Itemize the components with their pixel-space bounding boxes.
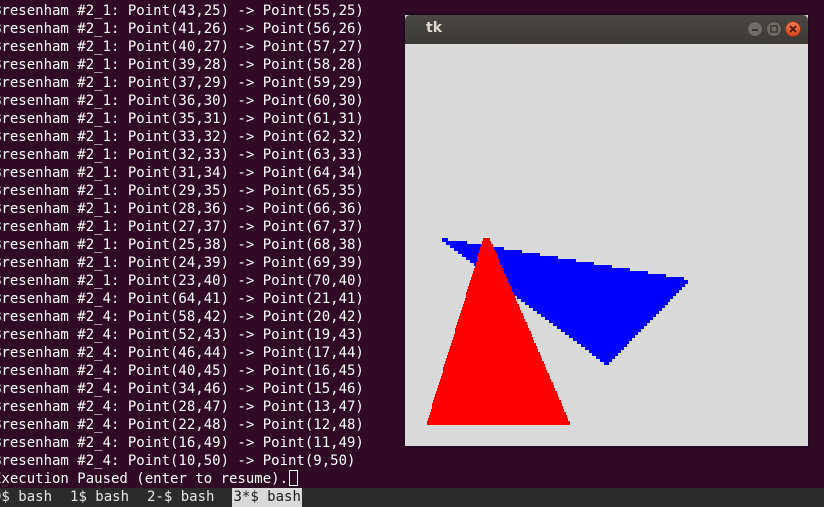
- terminal-line: Bresenham #2_1: Point(24,39) -> Point(69…: [0, 255, 364, 271]
- terminal-line: Bresenham #2_1: Point(31,34) -> Point(64…: [0, 165, 364, 181]
- terminal-line: Bresenham #2_4: Point(28,47) -> Point(13…: [0, 399, 364, 415]
- pixel-run: [427, 421, 570, 425]
- terminal-line: Bresenham #2_4: Point(40,45) -> Point(16…: [0, 363, 364, 379]
- terminal-line: Bresenham #2_4: Point(58,42) -> Point(20…: [0, 309, 364, 325]
- terminal-line: Bresenham #2_1: Point(23,40) -> Point(70…: [0, 273, 364, 289]
- tmux-window-1[interactable]: 1$ bash: [70, 488, 129, 507]
- terminal-line: Bresenham #2_4: Point(34,46) -> Point(15…: [0, 381, 364, 397]
- terminal-line: Bresenham #2_1: Point(28,36) -> Point(66…: [0, 201, 364, 217]
- terminal-line: Bresenham #2_4: Point(64,41) -> Point(21…: [0, 291, 364, 307]
- close-button[interactable]: [785, 21, 801, 37]
- terminal-output: Bresenham #2_1: Point(43,25) -> Point(55…: [0, 2, 364, 488]
- maximize-icon: [770, 25, 778, 33]
- terminal-line: Bresenham #2_4: Point(22,48) -> Point(12…: [0, 417, 364, 433]
- terminal-line: Bresenham #2_1: Point(27,37) -> Point(67…: [0, 219, 364, 235]
- terminal-line: Bresenham #2_4: Point(10,50) -> Point(9,…: [0, 453, 356, 469]
- terminal-line: Bresenham #2_1: Point(29,35) -> Point(65…: [0, 183, 364, 199]
- terminal-prompt: Execution Paused (enter to resume).: [0, 471, 289, 487]
- terminal-line: Bresenham #2_4: Point(46,44) -> Point(17…: [0, 345, 364, 361]
- terminal-line: Bresenham #2_1: Point(43,25) -> Point(55…: [0, 3, 364, 19]
- terminal-line: Bresenham #2_1: Point(41,26) -> Point(56…: [0, 21, 364, 37]
- terminal-prompt-line: Execution Paused (enter to resume).: [0, 470, 364, 488]
- terminal-line: Bresenham #2_1: Point(40,27) -> Point(57…: [0, 39, 364, 55]
- terminal-line: Bresenham #2_1: Point(36,30) -> Point(60…: [0, 93, 364, 109]
- terminal-line: Bresenham #2_1: Point(25,38) -> Point(68…: [0, 237, 364, 253]
- terminal-line: Bresenham #2_4: Point(16,49) -> Point(11…: [0, 435, 364, 451]
- tmux-window-0[interactable]: 0$ bash: [0, 488, 52, 507]
- minimize-button[interactable]: [747, 21, 763, 37]
- terminal-line: Bresenham #2_1: Point(37,29) -> Point(59…: [0, 75, 364, 91]
- terminal-line: Bresenham #2_1: Point(33,32) -> Point(62…: [0, 129, 364, 145]
- minimize-icon: [752, 29, 758, 31]
- title-bar[interactable]: tk: [405, 15, 808, 44]
- terminal-cursor: [289, 470, 299, 486]
- terminal-line: Bresenham #2_1: Point(35,31) -> Point(61…: [0, 111, 364, 127]
- terminal-line: Bresenham #2_4: Point(52,43) -> Point(19…: [0, 327, 364, 343]
- window-title: tk: [426, 20, 443, 36]
- canvas-drawing: [427, 238, 688, 425]
- tmux-window-2[interactable]: 2-$ bash: [147, 488, 214, 507]
- tk-window[interactable]: tk: [405, 15, 808, 446]
- tmux-status-bar: 0$ bash 1$ bash 2-$ bash 3*$ bash: [0, 488, 824, 507]
- tmux-window-3[interactable]: 3*$ bash: [232, 488, 302, 507]
- pixel-run: [604, 361, 609, 365]
- tk-canvas[interactable]: [405, 44, 808, 446]
- terminal-line: Bresenham #2_1: Point(32,33) -> Point(63…: [0, 147, 364, 163]
- close-icon: [789, 25, 797, 33]
- maximize-button[interactable]: [766, 21, 782, 37]
- terminal-line: Bresenham #2_1: Point(39,28) -> Point(58…: [0, 57, 364, 73]
